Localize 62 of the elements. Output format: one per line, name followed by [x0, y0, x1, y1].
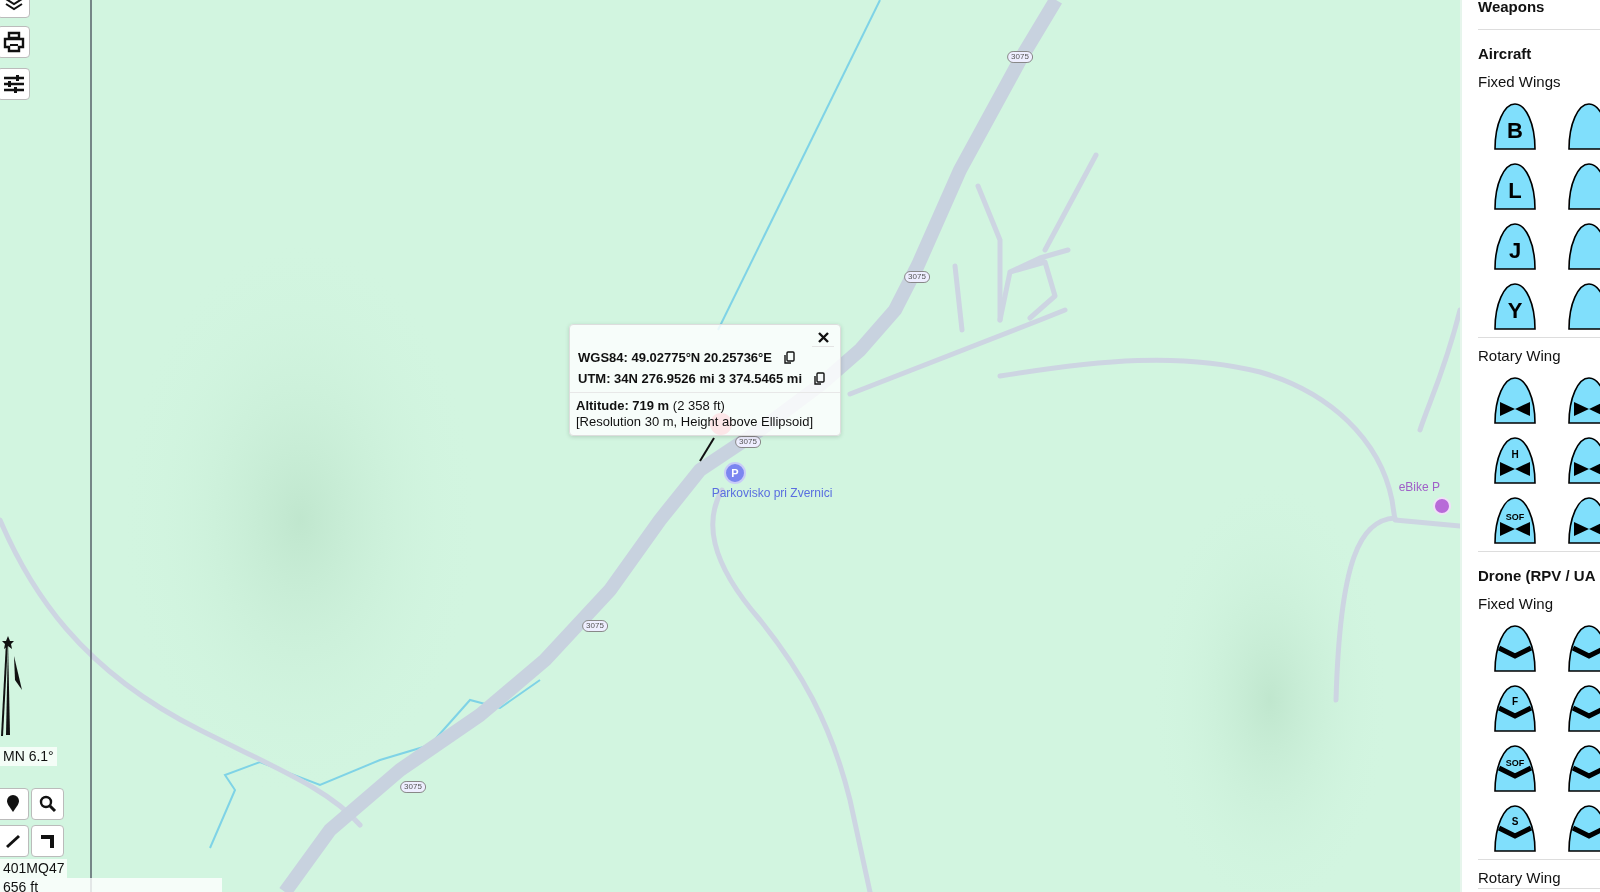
aircraft-symbol[interactable]: SOF — [1492, 744, 1538, 792]
aircraft-symbol[interactable] — [1566, 624, 1600, 672]
aircraft-symbol[interactable] — [1566, 684, 1600, 732]
scale-label: 656 ft — [0, 878, 222, 892]
north-arrow-icon — [1, 636, 22, 737]
road-shield: 3075 — [582, 620, 608, 632]
aircraft-symbol[interactable]: F — [1492, 684, 1538, 732]
aircraft-symbol[interactable]: L — [1492, 162, 1538, 210]
aircraft-symbol[interactable] — [1566, 282, 1600, 330]
road-shield: 3075 — [735, 436, 761, 448]
marker-button[interactable] — [0, 788, 29, 820]
aircraft-symbol[interactable] — [1492, 624, 1538, 672]
section-heading: Aircraft — [1478, 44, 1533, 64]
close-button[interactable] — [812, 329, 834, 347]
section-heading: Weapons — [1478, 0, 1546, 17]
place-label: eBike P — [1398, 480, 1440, 494]
shop-icon[interactable] — [1433, 497, 1451, 515]
road-shield: 3075 — [400, 781, 426, 793]
search-icon — [38, 795, 57, 813]
map-pin-icon — [5, 795, 20, 813]
resolution-note: [Resolution 30 m, Height above Ellipsoid] — [576, 414, 815, 430]
group-heading: Fixed Wing — [1478, 594, 1555, 614]
aircraft-symbol[interactable] — [1566, 496, 1600, 544]
copy-icon — [812, 371, 827, 386]
coordinate-text: WGS84: 49.02775°N 20.25736°E — [578, 350, 772, 365]
coordinate-text: UTM: 34N 276.9526 mi 3 374.5465 mi — [578, 371, 803, 386]
settings-icon — [1, 73, 26, 95]
road-shield: 3075 — [1007, 51, 1033, 63]
aircraft-symbol[interactable] — [1566, 102, 1600, 150]
settings-button[interactable] — [0, 68, 30, 100]
place-label: Parkovisko pri Zvernici — [711, 486, 833, 500]
corner-icon — [38, 832, 57, 850]
aircraft-symbol[interactable]: SOF — [1492, 496, 1538, 544]
aircraft-symbol[interactable] — [1566, 804, 1600, 852]
road-shield: 3075 — [904, 271, 930, 283]
aircraft-symbol[interactable]: Y — [1492, 282, 1538, 330]
search-button[interactable] — [31, 788, 64, 820]
aircraft-symbol[interactable]: B — [1492, 102, 1538, 150]
group-heading: Rotary Wing — [1478, 868, 1562, 888]
aircraft-symbol[interactable] — [1566, 162, 1600, 210]
declination-label: MN 6.1° — [0, 747, 57, 766]
group-heading: Rotary Wing — [1478, 346, 1562, 366]
aircraft-symbol[interactable] — [1566, 436, 1600, 484]
aircraft-symbol[interactable]: S — [1492, 804, 1538, 852]
aircraft-symbol[interactable]: H — [1492, 436, 1538, 484]
corner-tool-button[interactable] — [31, 825, 64, 857]
aircraft-symbol[interactable] — [1492, 376, 1538, 424]
measure-button[interactable] — [0, 825, 29, 857]
aircraft-symbol[interactable]: J — [1492, 222, 1538, 270]
aircraft-symbol[interactable] — [1566, 376, 1600, 424]
copy-icon — [781, 350, 796, 365]
altitude-text: Altitude: 719 m (2 358 ft) — [576, 398, 726, 414]
group-heading: Fixed Wings — [1478, 72, 1562, 92]
print-icon — [2, 31, 25, 53]
aircraft-symbol[interactable] — [1566, 744, 1600, 792]
aircraft-symbol[interactable] — [1566, 222, 1600, 270]
copy-button[interactable] — [812, 371, 827, 386]
print-button[interactable] — [0, 26, 30, 58]
section-heading: Drone (RPV / UA — [1478, 566, 1597, 586]
grid-reference: 401MQ47 — [0, 859, 68, 878]
copy-button[interactable] — [781, 350, 796, 365]
close-icon — [817, 332, 829, 343]
